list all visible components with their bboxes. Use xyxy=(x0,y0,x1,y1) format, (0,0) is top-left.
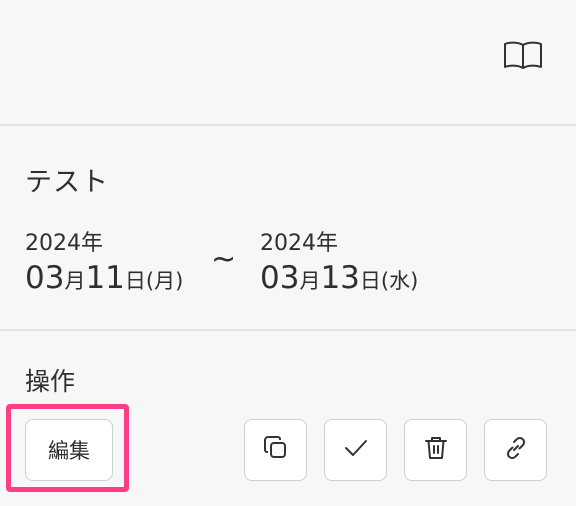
end-month: 03 xyxy=(260,260,300,296)
end-day-unit: 日 xyxy=(359,269,381,293)
book-open-icon xyxy=(502,40,544,74)
start-day: 11 xyxy=(85,260,125,296)
start-month-unit: 月 xyxy=(64,269,86,293)
header xyxy=(0,0,576,124)
edit-button[interactable]: 編集 xyxy=(25,419,113,481)
copy-button[interactable] xyxy=(244,419,307,481)
date-separator: ~ xyxy=(211,242,237,277)
end-day: 13 xyxy=(320,260,360,296)
start-month: 03 xyxy=(25,260,65,296)
delete-button[interactable] xyxy=(404,419,467,481)
copy-icon xyxy=(263,435,289,465)
check-icon xyxy=(344,438,368,462)
start-date: 2024年 03月11日(月) xyxy=(25,230,183,301)
book-button[interactable] xyxy=(500,40,546,74)
start-year: 2024年 xyxy=(25,231,103,256)
end-month-unit: 月 xyxy=(299,269,321,293)
section-divider xyxy=(0,329,576,331)
start-weekday: (月) xyxy=(145,269,184,293)
event-title: テスト xyxy=(25,167,109,198)
link-icon xyxy=(503,435,529,465)
end-weekday: (水) xyxy=(380,269,419,293)
link-button[interactable] xyxy=(484,419,547,481)
end-year: 2024年 xyxy=(260,231,338,256)
start-day-unit: 日 xyxy=(124,269,146,293)
trash-icon xyxy=(424,435,448,465)
check-button[interactable] xyxy=(324,419,387,481)
header-divider xyxy=(0,124,576,126)
operations-label: 操作 xyxy=(25,367,76,396)
end-date: 2024年 03月13日(水) xyxy=(260,230,418,301)
